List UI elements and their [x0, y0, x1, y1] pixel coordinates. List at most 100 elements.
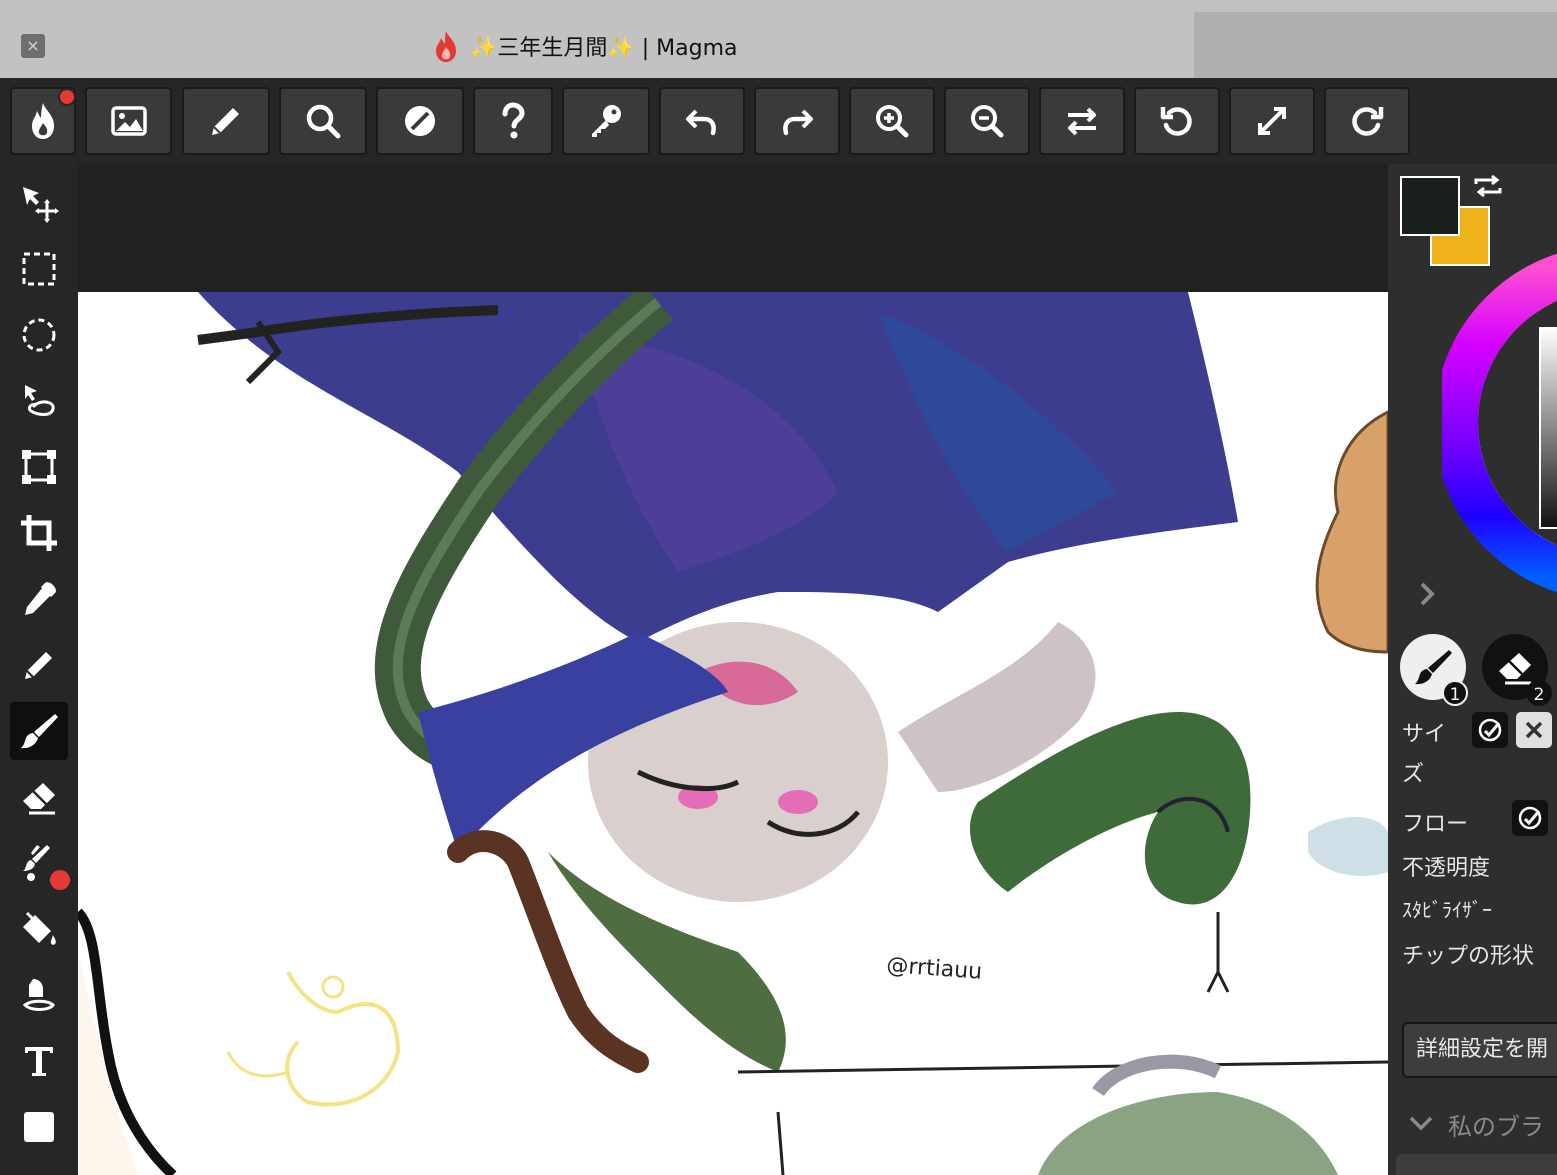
tool-move[interactable] [10, 174, 68, 232]
square-icon [24, 1112, 54, 1142]
flip-button[interactable] [1039, 87, 1125, 155]
rotate-right-button[interactable] [1324, 87, 1410, 155]
eraser-icon [23, 783, 55, 815]
opacity-label: 不透明度 [1402, 856, 1491, 881]
size-label: サイ [1402, 722, 1447, 747]
pencil-button[interactable] [182, 87, 270, 155]
swap-arrows-icon [1068, 107, 1096, 136]
brush-set-notification-dot [50, 870, 70, 890]
tool-pencil[interactable] [10, 636, 68, 694]
question-icon [502, 102, 525, 139]
tool-eraser[interactable] [10, 768, 68, 826]
text-icon [25, 1047, 53, 1076]
tool-paint-bucket[interactable] [10, 900, 68, 958]
transform-icon [22, 450, 56, 484]
zoom-out-button[interactable] [944, 87, 1030, 155]
color-wheel[interactable] [1442, 238, 1557, 598]
search-button[interactable] [279, 87, 367, 155]
brush-settings-panel: 1 2 サイ ズ フロー 不透明度 ｽﾀﾋﾞﾗｲｻﾞｰ チップの形状 詳細設定を… [1388, 164, 1557, 1175]
key-button[interactable] [562, 87, 650, 155]
slot-number: 2 [1526, 680, 1552, 706]
stabilizer-label: ｽﾀﾋﾞﾗｲｻﾞｰ [1402, 898, 1492, 922]
size-pressure-button[interactable] [1472, 712, 1508, 748]
pencil-icon [212, 108, 239, 135]
swap-colors-icon[interactable] [1472, 172, 1504, 200]
artwork: @rrtiauu [78, 284, 1388, 1175]
eraser-icon [1499, 653, 1531, 685]
tool-palette [0, 164, 78, 1175]
zoom-out-icon [971, 105, 1004, 138]
undo-button[interactable] [659, 87, 745, 155]
contrast-icon [405, 106, 435, 136]
rotate-left-icon [1160, 107, 1192, 136]
pressure-icon [1518, 806, 1542, 830]
brush-slot-2[interactable]: 2 [1482, 634, 1552, 706]
eyedropper-icon [25, 582, 56, 615]
brush-icon [1415, 650, 1452, 685]
my-brushes-header[interactable]: 私のブラ [1408, 1104, 1544, 1144]
rotate-right-icon [1352, 107, 1384, 136]
foreground-color-swatch[interactable] [1400, 176, 1460, 236]
tab-title-text: ✨三年生月間✨ | Magma [470, 36, 738, 61]
key-icon [592, 105, 621, 137]
tool-text[interactable] [10, 1032, 68, 1090]
chevron-down-icon [1409, 1116, 1433, 1131]
magma-app: × ✨三年生月間✨ | Magma @rrtiauu 1 2 サイ ズ フロー … [0, 0, 1557, 1175]
artist-signature: @rrtiauu [886, 953, 983, 985]
active-tab[interactable]: ✨三年生月間✨ | Magma [432, 28, 738, 64]
tool-brush[interactable] [10, 702, 68, 760]
rotate-left-button[interactable] [1134, 87, 1220, 155]
flow-label: フロー [1402, 812, 1469, 837]
image-icon [110, 106, 147, 136]
tab-close-button[interactable]: × [21, 34, 45, 58]
redo-button[interactable] [754, 87, 840, 155]
tool-shape[interactable] [10, 1098, 68, 1156]
zoom-in-icon [876, 105, 909, 138]
tool-transform[interactable] [10, 438, 68, 496]
top-toolbar [0, 78, 1557, 164]
fit-button[interactable] [1229, 87, 1315, 155]
ellipse-select-icon [22, 318, 56, 352]
redo-icon [783, 109, 813, 136]
slot-number: 1 [1442, 680, 1468, 706]
flow-pressure-button[interactable] [1512, 800, 1548, 836]
brush-list-item[interactable] [1396, 1154, 1557, 1175]
size-reset-button[interactable] [1516, 712, 1552, 748]
size-label-cont: ズ [1402, 762, 1425, 787]
search-icon [306, 104, 341, 139]
tip-shape-label: チップの形状 [1402, 944, 1535, 969]
zoom-in-button[interactable] [849, 87, 935, 155]
tool-eyedropper[interactable] [10, 570, 68, 628]
pencil-icon [25, 652, 52, 679]
tool-lasso[interactable] [10, 372, 68, 430]
image-button[interactable] [85, 87, 172, 155]
adjust-button[interactable] [376, 87, 464, 155]
crop-icon [21, 515, 57, 551]
expand-icon [1258, 107, 1286, 135]
close-icon [1525, 721, 1543, 739]
tool-smudge[interactable] [10, 966, 68, 1024]
brush-slot-1[interactable]: 1 [1400, 634, 1468, 706]
paint-bucket-icon [23, 911, 56, 945]
rect-select-icon [22, 252, 56, 286]
advanced-settings-button[interactable]: 詳細設定を開 [1402, 1022, 1557, 1078]
my-brushes-label: 私のブラ [1448, 1112, 1544, 1141]
undo-icon [686, 109, 716, 136]
browser-tab-bar: × ✨三年生月間✨ | Magma [0, 0, 1557, 78]
tool-crop[interactable] [10, 504, 68, 562]
inactive-tab-area[interactable] [1194, 12, 1557, 78]
chevron-right-icon[interactable] [1412, 574, 1442, 614]
lasso-icon [25, 385, 55, 416]
magma-logo-icon [32, 103, 54, 139]
drawing-canvas[interactable]: @rrtiauu [78, 284, 1388, 1175]
notification-dot [58, 88, 76, 106]
magma-flame-icon [436, 31, 456, 62]
pressure-icon [1478, 718, 1502, 742]
tool-rect-select[interactable] [10, 240, 68, 298]
move-icon [23, 187, 59, 223]
smudge-icon [22, 979, 55, 1011]
brush-icon [21, 714, 58, 749]
canvas-viewport[interactable]: @rrtiauu [78, 164, 1388, 1175]
help-button[interactable] [473, 87, 553, 155]
tool-ellipse-select[interactable] [10, 306, 68, 364]
